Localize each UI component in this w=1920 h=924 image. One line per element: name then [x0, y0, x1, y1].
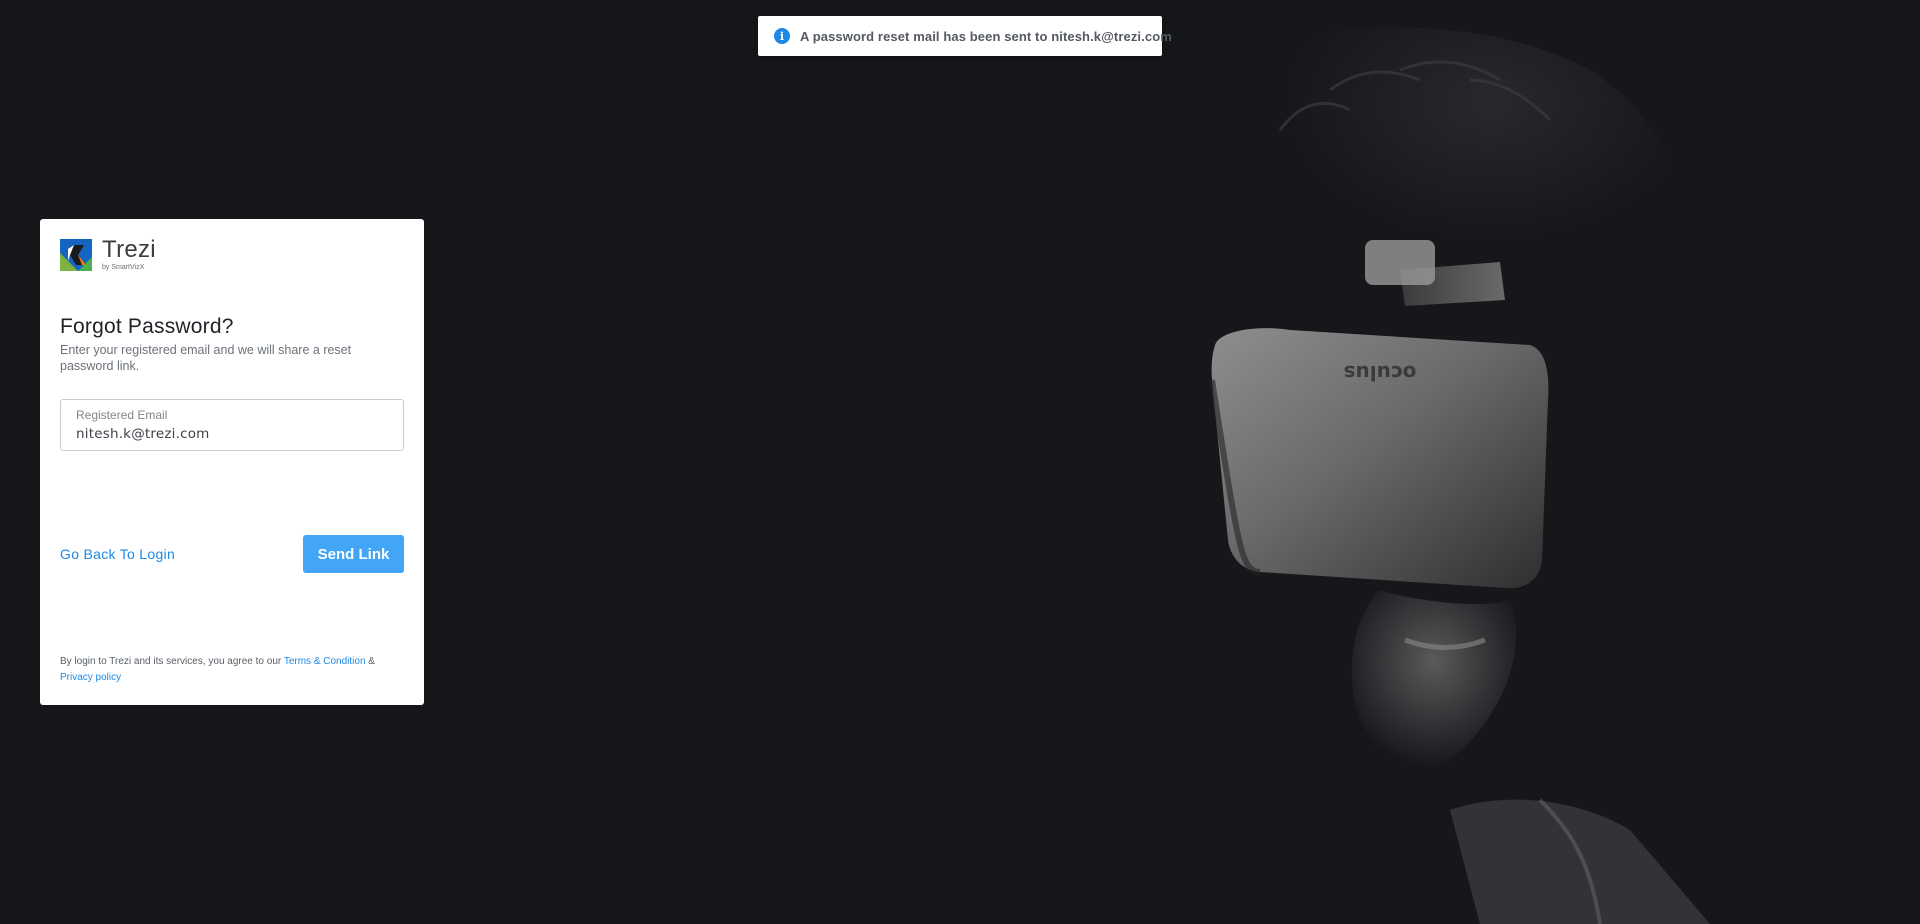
page-subtitle: Enter your registered email and we will …: [60, 343, 352, 373]
email-input[interactable]: [76, 426, 388, 442]
brand-tagline: by SmartVizX: [102, 264, 145, 271]
brand: Trezi by SmartVizX: [60, 236, 156, 272]
toast-message: A password reset mail has been sent to n…: [800, 28, 1172, 44]
email-field-label: Registered Email: [76, 408, 168, 422]
login-page: oculus i A password reset mail has been …: [0, 0, 1920, 924]
legal-prefix: By login to Trezi and its services, you …: [60, 656, 284, 667]
password-reset-toast: i A password reset mail has been sent to…: [758, 16, 1172, 56]
headset-brand-text: oculus: [1344, 361, 1417, 385]
background-vr-photo: oculus: [1150, 0, 1920, 924]
info-icon: i: [774, 28, 790, 44]
email-field[interactable]: Registered Email: [60, 399, 404, 451]
legal-notice: By login to Trezi and its services, you …: [60, 654, 410, 686]
terms-link[interactable]: Terms & Condition: [284, 656, 366, 667]
privacy-policy-link[interactable]: Privacy policy: [60, 672, 121, 683]
legal-separator: &: [365, 656, 375, 667]
brand-name: Trezi: [102, 236, 156, 263]
trezi-logo-icon: [60, 239, 92, 271]
forgot-password-card: Trezi by SmartVizX Forgot Password? Ente…: [40, 219, 424, 705]
send-link-button[interactable]: Send Link: [303, 535, 404, 573]
go-back-to-login-link[interactable]: Go Back To Login: [60, 546, 175, 562]
page-title: Forgot Password?: [60, 315, 234, 338]
